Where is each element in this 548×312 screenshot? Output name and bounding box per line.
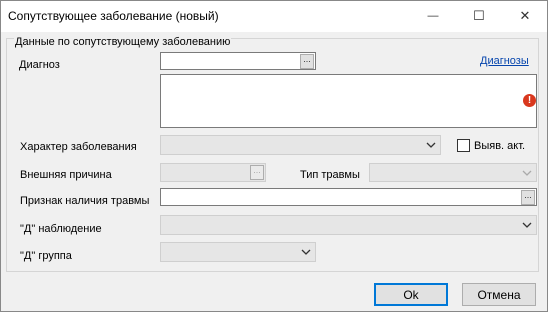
injury-type-select[interactable] xyxy=(369,163,537,182)
external-cause-label: Внешняя причина xyxy=(20,169,112,181)
window-title: Сопутствующее заболевание (новый) xyxy=(8,9,219,23)
injury-sign-field[interactable]: ... xyxy=(160,188,537,206)
diagnosis-browse-button[interactable]: ... xyxy=(300,54,314,69)
close-button[interactable]: ✕ xyxy=(502,0,548,32)
injury-sign-browse-button[interactable]: ... xyxy=(521,190,535,205)
injury-sign-label: Признак наличия травмы xyxy=(20,195,150,207)
detected-checkbox-label: Выяв. акт. xyxy=(474,140,526,152)
diagnosis-label: Диагноз xyxy=(19,59,60,71)
d-group-select[interactable] xyxy=(160,242,316,262)
close-icon: ✕ xyxy=(519,8,531,23)
group-legend: Данные по сопутствующему заболеванию xyxy=(14,36,232,48)
chevron-down-icon xyxy=(301,249,311,255)
maximize-button[interactable]: ☐ xyxy=(456,0,502,32)
d-observation-select[interactable] xyxy=(160,215,537,235)
external-cause-field[interactable]: ... xyxy=(160,163,266,182)
error-icon: ! xyxy=(523,94,536,107)
detected-checkbox[interactable] xyxy=(457,139,470,152)
character-label: Характер заболевания xyxy=(20,141,137,153)
chevron-down-icon xyxy=(522,170,532,176)
diagnosis-text-area[interactable] xyxy=(160,74,537,128)
minimize-button[interactable]: — xyxy=(410,0,456,32)
cancel-button[interactable]: Отмена xyxy=(462,283,536,306)
chevron-down-icon xyxy=(426,142,436,148)
injury-type-label: Тип травмы xyxy=(300,169,360,181)
maximize-icon: ☐ xyxy=(473,8,485,23)
title-bar: Сопутствующее заболевание (новый) — ☐ ✕ xyxy=(0,0,548,32)
d-group-label: "Д" группа xyxy=(20,250,72,262)
character-select[interactable] xyxy=(160,135,441,155)
ok-button[interactable]: Ok xyxy=(374,283,448,306)
minimize-icon: — xyxy=(427,10,439,22)
diagnoses-link[interactable]: Диагнозы xyxy=(480,55,529,67)
chevron-down-icon xyxy=(522,222,532,228)
d-observation-label: "Д" наблюдение xyxy=(20,223,102,235)
diagnosis-field[interactable]: ... xyxy=(160,52,316,70)
external-cause-browse-button[interactable]: ... xyxy=(250,165,264,180)
